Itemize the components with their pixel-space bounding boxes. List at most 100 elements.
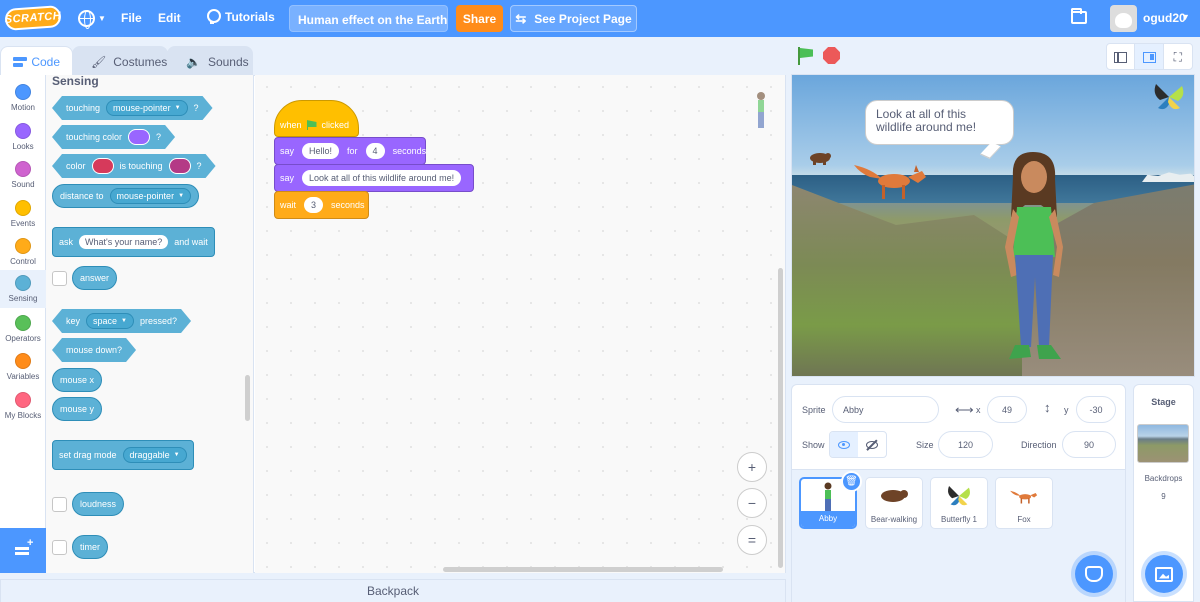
image-icon <box>1155 566 1173 582</box>
category-events[interactable]: Events <box>0 195 46 233</box>
block-text: ? <box>196 161 202 171</box>
distance-to-block[interactable]: distance to mouse-pointer ▼ <box>52 184 200 208</box>
loudness-block[interactable]: loudness <box>72 492 125 516</box>
fox-sprite[interactable] <box>852 155 930 203</box>
small-stage-button[interactable] <box>1107 44 1136 69</box>
account-caret-icon[interactable]: ▼ <box>1181 12 1190 22</box>
sprite-thumb-bear[interactable]: Bear-walking <box>865 477 923 529</box>
sprite-thumb-butterfly[interactable]: Butterfly 1 <box>930 477 988 529</box>
y-position-input[interactable]: -30 <box>1076 396 1116 423</box>
butterfly-sprite[interactable] <box>1152 80 1186 114</box>
bear-sprite[interactable] <box>808 150 832 166</box>
my-stuff-folder-icon[interactable] <box>1071 8 1087 24</box>
sprite-thumb-image <box>866 480 922 512</box>
color-touching-color-block[interactable]: color is touching ? <box>52 154 216 178</box>
choose-backdrop-button[interactable] <box>1145 555 1183 593</box>
mouse-down-block[interactable]: mouse down? <box>52 338 136 362</box>
size-label: Size <box>916 440 934 450</box>
block-palette[interactable]: Sensing touching mouse-pointer ▼ ? touchi… <box>46 75 254 573</box>
zoom-reset-button[interactable]: = <box>737 525 767 555</box>
delete-sprite-button[interactable]: 🗑 <box>841 471 862 492</box>
say-block[interactable]: say Look at all of this wildlife around … <box>274 164 474 192</box>
project-title-input[interactable]: Human effect on the Earth <box>289 5 448 32</box>
category-control[interactable]: Control <box>0 233 46 271</box>
distance-dropdown[interactable]: mouse-pointer ▼ <box>109 188 192 204</box>
avatar[interactable] <box>1110 5 1137 32</box>
category-my-blocks[interactable]: My Blocks <box>0 387 46 425</box>
timer-block[interactable]: timer <box>72 535 108 559</box>
workspace-horizontal-scrollbar[interactable] <box>443 567 723 572</box>
touching-dropdown[interactable]: mouse-pointer ▼ <box>106 100 187 116</box>
show-hidden-button[interactable] <box>858 432 886 457</box>
direction-input[interactable]: 90 <box>1062 431 1116 458</box>
category-variables[interactable]: Variables <box>0 348 46 386</box>
fullscreen-button[interactable]: ⛶ <box>1164 44 1192 69</box>
zoom-in-button[interactable]: + <box>737 452 767 482</box>
drag-mode-dropdown[interactable]: draggable ▼ <box>122 447 187 463</box>
menu-bar: SCRATCH ▼ File Edit Tutorials Human effe… <box>0 0 1200 37</box>
show-visible-button[interactable] <box>830 432 858 457</box>
speech-bubble: Look at all of this wildlife around me! <box>865 100 1014 145</box>
mouse-x-block[interactable]: mouse x <box>52 368 103 392</box>
choose-sprite-button[interactable] <box>1075 555 1113 593</box>
block-text: is touching <box>119 161 163 171</box>
category-sound[interactable]: Sound <box>0 156 46 194</box>
add-extension-button[interactable] <box>0 528 46 573</box>
touching-block[interactable]: touching mouse-pointer ▼ ? <box>52 96 213 120</box>
file-menu[interactable]: File <box>121 11 142 25</box>
username[interactable]: ogud20 <box>1143 11 1186 25</box>
sprite-thumb-fox[interactable]: Fox <box>995 477 1053 529</box>
sprite-name-input[interactable]: Abby <box>832 396 939 423</box>
color-swatch[interactable] <box>92 158 114 174</box>
say-for-secs-block[interactable]: say Hello! for 4 seconds <box>274 137 426 165</box>
category-motion[interactable]: Motion <box>0 79 46 117</box>
backpack-bar[interactable]: Backpack <box>0 579 786 602</box>
backdrops-label: Backdrops <box>1144 474 1183 483</box>
green-flag-button[interactable] <box>796 47 814 65</box>
when-flag-clicked-block[interactable]: when clicked <box>274 100 359 137</box>
mouse-y-block[interactable]: mouse y <box>52 397 103 421</box>
edit-menu[interactable]: Edit <box>158 11 181 25</box>
tab-code[interactable]: Code <box>0 46 73 76</box>
language-menu[interactable]: ▼ <box>78 7 108 29</box>
category-looks[interactable]: Looks <box>0 118 46 156</box>
stage-backdrop-thumb[interactable] <box>1137 424 1189 463</box>
large-stage-button[interactable] <box>1135 44 1164 69</box>
loudness-checkbox[interactable] <box>52 497 67 512</box>
globe-icon <box>78 9 95 29</box>
abby-sprite[interactable] <box>999 147 1069 377</box>
say-text-input[interactable]: Hello! <box>302 143 340 159</box>
scratch-logo[interactable]: SCRATCH <box>4 5 62 31</box>
size-input[interactable]: 120 <box>938 431 993 458</box>
stop-button[interactable] <box>823 47 840 64</box>
category-operators[interactable]: Operators <box>0 310 46 348</box>
share-button[interactable]: Share <box>456 5 503 32</box>
tab-costumes[interactable]: 🖌 Costumes <box>72 46 168 76</box>
caret-down-icon: ▼ <box>174 105 181 111</box>
color-swatch[interactable] <box>169 158 191 174</box>
key-pressed-block[interactable]: key space ▼ pressed? <box>52 309 191 333</box>
see-project-page-button[interactable]: ⇆ See Project Page <box>510 5 637 32</box>
color-swatch[interactable] <box>128 129 150 145</box>
set-drag-mode-block[interactable]: set drag mode draggable ▼ <box>52 440 194 470</box>
zoom-out-button[interactable]: − <box>737 488 767 518</box>
say-text-input[interactable]: Look at all of this wildlife around me! <box>302 170 462 186</box>
workspace-vertical-scrollbar[interactable] <box>778 268 783 568</box>
key-dropdown[interactable]: space ▼ <box>86 313 134 329</box>
category-sensing[interactable]: Sensing <box>0 270 46 308</box>
timer-checkbox[interactable] <box>52 540 67 555</box>
tutorials-menu[interactable]: Tutorials <box>205 8 275 26</box>
block-text: mouse x <box>60 375 95 385</box>
my-blocks-dot <box>15 392 31 408</box>
answer-block[interactable]: answer <box>72 266 118 290</box>
say-secs-input[interactable]: 4 <box>365 143 385 159</box>
palette-scrollbar[interactable] <box>245 375 250 421</box>
ask-input[interactable]: What's your name? <box>79 235 169 249</box>
ask-and-wait-block[interactable]: ask What's your name? and wait <box>52 227 215 257</box>
x-position-input[interactable]: 49 <box>987 396 1027 423</box>
answer-checkbox[interactable] <box>52 271 67 286</box>
wait-secs-input[interactable]: 3 <box>304 197 324 213</box>
wait-block[interactable]: wait 3 seconds <box>274 191 369 219</box>
tab-sounds[interactable]: 🔈 Sounds <box>167 46 253 76</box>
touching-color-block[interactable]: touching color ? <box>52 125 175 149</box>
